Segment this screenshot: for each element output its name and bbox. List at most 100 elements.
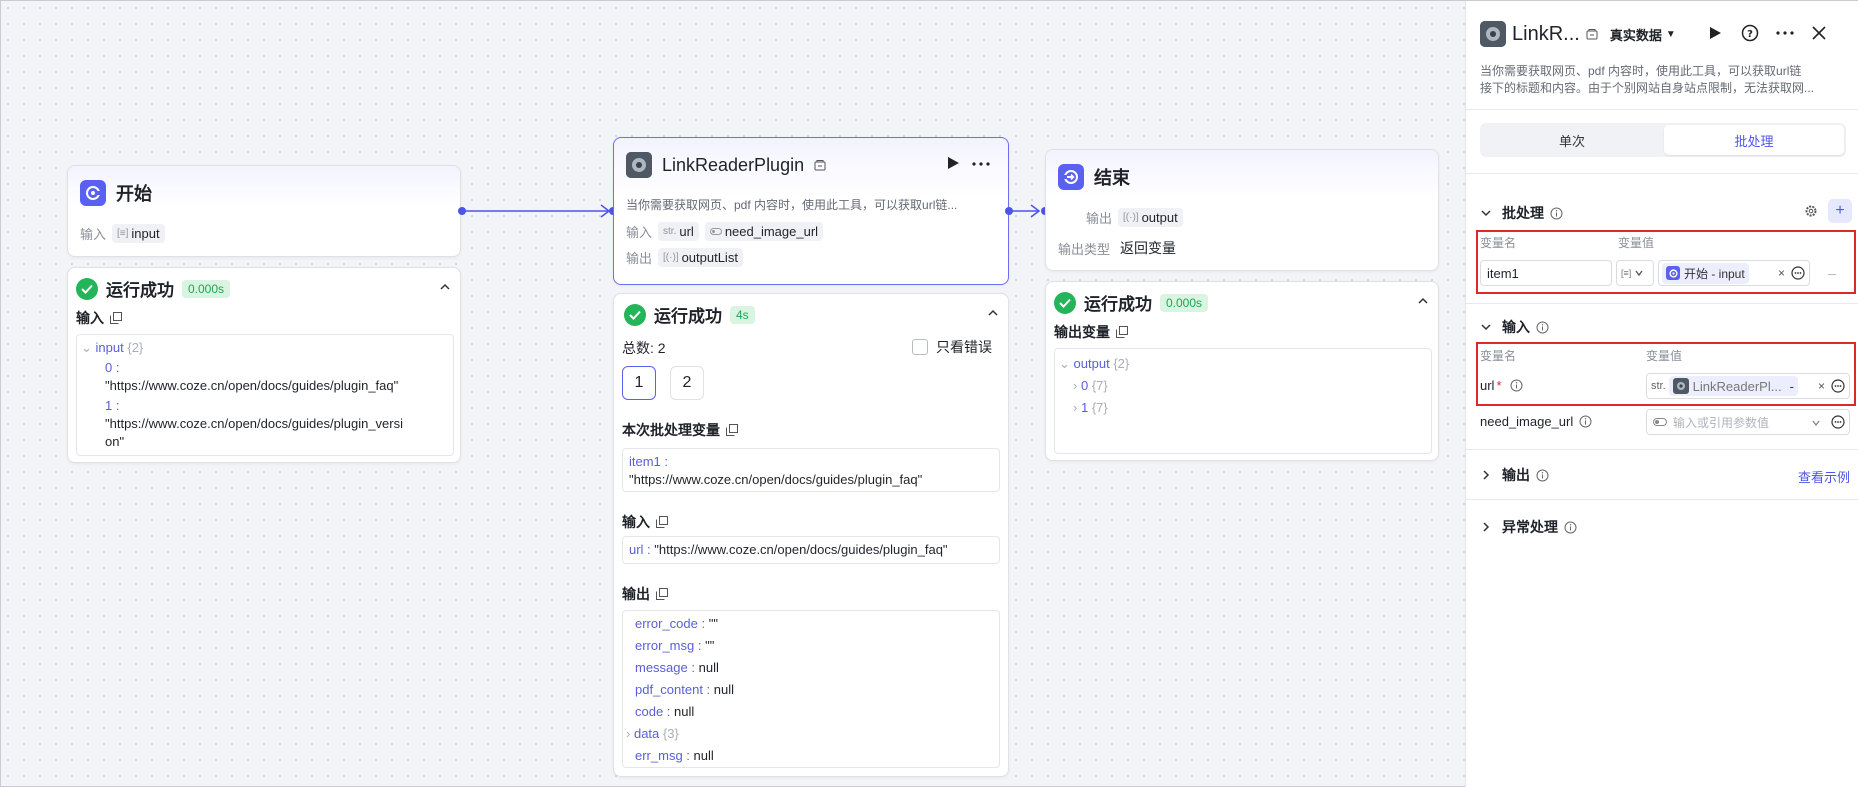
plugin-output-label: 输出 [626, 251, 653, 266]
start-input-tag: [≡] input [112, 224, 165, 243]
tab-single[interactable]: 单次 [1482, 125, 1662, 155]
edge-start-to-plugin [463, 204, 611, 218]
run-status: 运行成功 [1084, 295, 1152, 314]
batch-page-2[interactable]: 2 [670, 366, 704, 400]
start-output-port[interactable] [458, 207, 466, 215]
end-output-tree: ⌄ output {2} › 0 {7} › 1 {7} [1054, 348, 1432, 454]
svg-text:?: ? [1747, 29, 1753, 40]
settings-icon[interactable] [1804, 204, 1818, 218]
run-status: 运行成功 [106, 281, 174, 300]
url-ref-pill: LinkReaderPl... - [1668, 376, 1798, 396]
copy-icon[interactable] [110, 312, 122, 324]
end-output-type-value: 返回变量 [1120, 240, 1177, 256]
batch-var-value-input[interactable]: 开始 - input × [1658, 260, 1810, 286]
variable-ref-icon[interactable] [1791, 266, 1805, 280]
add-batch-var-button[interactable]: + [1828, 199, 1852, 223]
run-time-badge: 0.000s [1160, 293, 1209, 312]
more-icon[interactable] [1776, 31, 1794, 35]
batch-var-value-header: 变量值 [1618, 236, 1655, 250]
collapse-chevron-icon[interactable] [986, 306, 1000, 320]
required-mark: * [1496, 378, 1502, 393]
success-icon [624, 303, 646, 326]
start-node-icon [80, 180, 106, 206]
plugin-run-result: 运行成功 4s 总数: 2 只看错误 1 2 本次批处理变量 item1 : "… [613, 293, 1009, 777]
url-param-value-input[interactable]: str. LinkReaderPl... - × [1646, 373, 1850, 399]
chevron-right-icon[interactable] [1480, 521, 1492, 533]
end-node[interactable]: 结束 输出 [(·)] output 输出类型 返回变量 [1045, 149, 1439, 271]
batch-section-title: 批处理 [1502, 205, 1544, 221]
view-example-link[interactable]: 查看示例 [1798, 467, 1850, 486]
batch-page-1[interactable]: 1 [622, 366, 656, 400]
expand-chevron-icon[interactable]: › [1073, 378, 1077, 393]
more-icon[interactable] [972, 162, 990, 166]
chevron-down-icon[interactable] [1480, 321, 1492, 333]
plugin-store-icon [814, 160, 826, 171]
plugin-input-title: 输入 [622, 514, 650, 530]
remove-batch-var-button[interactable]: – [1824, 263, 1840, 283]
array-icon: [≡] [1621, 268, 1632, 278]
info-icon [1579, 415, 1592, 428]
copy-icon[interactable] [656, 588, 668, 600]
run-status: 运行成功 [654, 307, 722, 326]
chevron-right-icon[interactable] [1480, 469, 1492, 481]
batch-var-type-select[interactable]: [≡] [1616, 260, 1654, 286]
plugin-output-title: 输出 [622, 586, 650, 602]
plugin-icon [1672, 378, 1689, 394]
node-config-panel: LinkR... 真实数据 ▼ ? 当你需要获取网页、pdf 内容时，使用此工具，… [1465, 1, 1858, 787]
copy-icon[interactable] [1116, 326, 1128, 338]
copy-icon[interactable] [656, 516, 668, 528]
variable-ref-icon[interactable] [1831, 379, 1845, 393]
plugin-description: 当你需要获取网页、pdf 内容时，使用此工具，可以获取url链... [626, 198, 958, 212]
tab-batch[interactable]: 批处理 [1664, 125, 1844, 155]
start-node[interactable]: 开始 输入 [≡] input [67, 165, 461, 257]
batch-var-ref-pill: 开始 - input [1662, 262, 1749, 284]
toggle-icon [709, 228, 722, 235]
plugin-output-port[interactable] [1005, 207, 1013, 215]
plugin-node[interactable]: LinkReaderPlugin 当你需要获取网页、pdf 内容时，使用此工具，… [613, 137, 1009, 285]
data-mode-dropdown[interactable]: 真实数据 ▼ [1610, 25, 1676, 44]
chevron-down-icon[interactable] [1480, 207, 1492, 219]
mode-tabs: 单次 批处理 [1480, 123, 1846, 157]
collapse-chevron-icon[interactable] [1416, 294, 1430, 308]
need-image-url-value-input[interactable]: 输入或引用参数值 [1646, 409, 1850, 435]
copy-icon[interactable] [726, 424, 738, 436]
start-run-result: 运行成功 0.000s 输入 ⌄ input {2} 0 : "https://… [67, 267, 461, 463]
variable-ref-icon[interactable] [1831, 415, 1845, 429]
input-var-name-header: 变量名 [1480, 349, 1517, 363]
toggle-icon [1653, 418, 1667, 426]
chevron-down-icon [1635, 270, 1643, 277]
plugin-input-box: url : "https://www.coze.cn/open/docs/gui… [622, 536, 1000, 564]
run-time-badge: 0.000s [182, 279, 231, 298]
run-node-icon[interactable] [946, 156, 960, 170]
start-input-tree: ⌄ input {2} 0 : "https://www.coze.cn/ope… [76, 334, 454, 456]
run-icon[interactable] [1708, 26, 1722, 40]
plugin-input-label: 输入 [626, 225, 653, 240]
collapse-chevron-icon[interactable] [438, 280, 452, 294]
end-run-result: 运行成功 0.000s 输出变量 ⌄ output {2} › 0 {7} › … [1045, 281, 1439, 461]
run-time-badge: 4s [730, 305, 755, 324]
url-param-name: url [1480, 378, 1495, 393]
start-input-label: 输入 [80, 227, 107, 242]
plugin-output-box: error_code : "" error_msg : "" message :… [622, 610, 1000, 768]
plugin-store-icon [1586, 29, 1598, 40]
clear-icon[interactable]: × [1778, 266, 1785, 280]
clear-icon[interactable]: × [1818, 379, 1825, 393]
info-icon [1510, 379, 1523, 392]
input-var-value-header: 变量值 [1646, 349, 1683, 363]
output-section-title: 输出 [1502, 467, 1530, 483]
expand-chevron-icon[interactable]: › [1073, 400, 1077, 415]
error-handling-section-title: 异常处理 [1502, 519, 1558, 535]
caret-down-icon: ▼ [1665, 28, 1676, 40]
end-node-icon [1058, 164, 1084, 190]
success-icon [76, 277, 98, 300]
help-icon[interactable]: ? [1741, 24, 1759, 42]
expand-chevron-icon[interactable]: › [626, 726, 630, 741]
close-icon[interactable] [1812, 26, 1826, 40]
success-icon [1054, 291, 1076, 314]
batch-var-name-input[interactable]: item1 [1480, 260, 1612, 286]
only-errors-checkbox[interactable] [912, 339, 928, 355]
panel-description: 当你需要获取网页、pdf 内容时，使用此工具，可以获取url链 接下的标题和内容… [1480, 64, 1815, 95]
info-icon [1536, 469, 1549, 481]
info-icon [1536, 321, 1549, 333]
end-node-title: 结束 [1094, 168, 1130, 188]
